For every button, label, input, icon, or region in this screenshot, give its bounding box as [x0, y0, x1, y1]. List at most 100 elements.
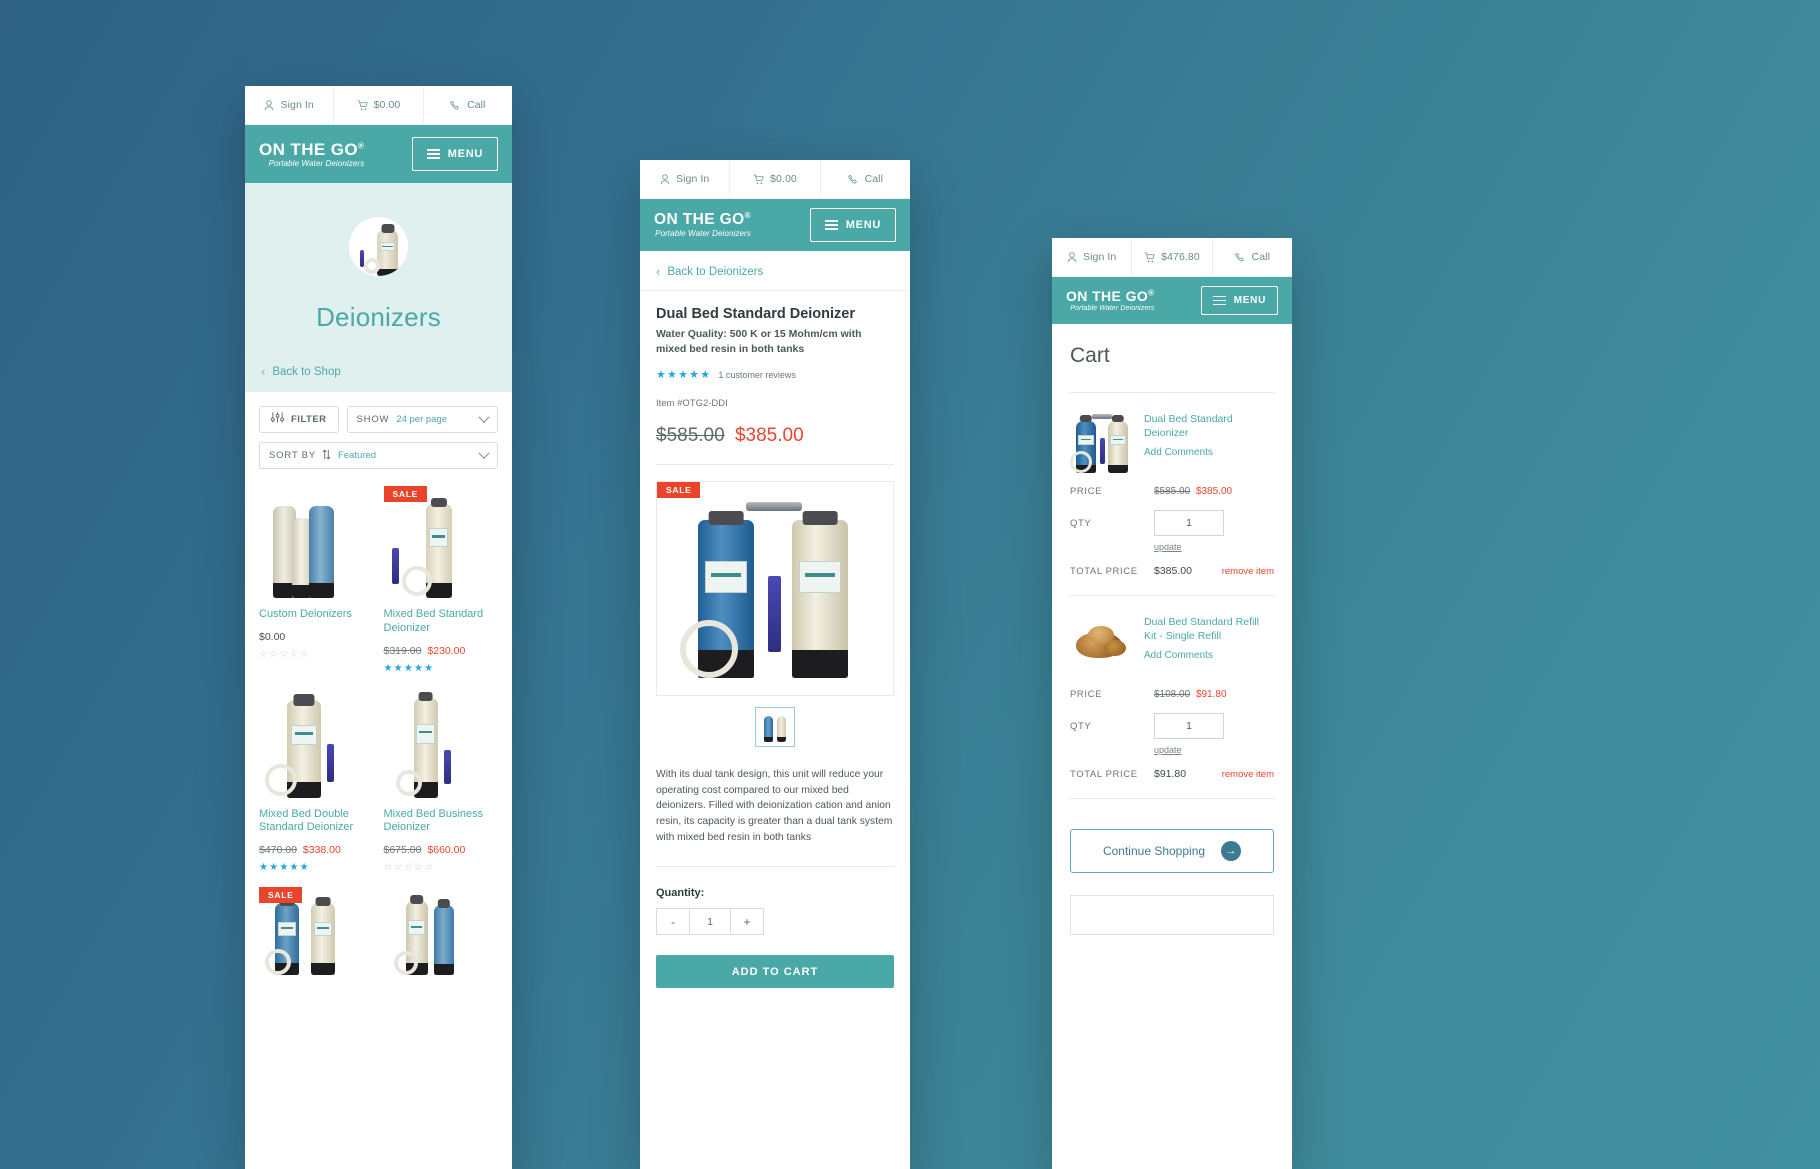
update-link[interactable]: update — [1154, 745, 1274, 755]
listing-utility-bar: Sign In $0.00 Call — [245, 86, 512, 125]
brand-tagline: Portable Water Deionizers — [268, 158, 365, 168]
cart-item-price-row: PRICE $585.00 $385.00 — [1070, 486, 1274, 497]
quantity-decrement-button[interactable]: - — [656, 908, 690, 936]
product-brand-bar: ON THE GO® Portable Water Deionizers MEN… — [640, 199, 910, 251]
cart-total-link[interactable]: $476.80 — [1131, 238, 1211, 276]
continue-shopping-label: Continue Shopping — [1102, 844, 1206, 858]
back-label: Back to Deionizers — [667, 265, 764, 278]
menu-label: MENU — [845, 219, 881, 231]
menu-button[interactable]: MENU — [809, 208, 896, 242]
brand-logo[interactable]: ON THE GO® Portable Water Deionizers — [259, 141, 364, 168]
cart-item-qty-input[interactable]: 1 — [1154, 510, 1224, 536]
sign-in-link[interactable]: Sign In — [245, 86, 333, 124]
hamburger-icon — [426, 146, 440, 161]
product-hero-image[interactable]: SALE — [656, 480, 894, 696]
cart-summary-box[interactable] — [1070, 895, 1274, 935]
price-label: PRICE — [1070, 689, 1103, 700]
cart-item-name[interactable]: Dual Bed Standard Deionizer — [1144, 413, 1274, 440]
price-old: $108.00 — [1154, 689, 1191, 700]
brand-trademark: ® — [1148, 288, 1155, 298]
total-price-label: TOTAL PRICE — [1070, 565, 1138, 577]
brand-name: ON THE GO — [654, 211, 745, 229]
call-link[interactable]: Call — [1211, 238, 1292, 276]
cart-total-link[interactable]: $0.00 — [333, 86, 422, 124]
sign-in-link[interactable]: Sign In — [640, 160, 729, 198]
show-label: SHOW — [356, 414, 390, 425]
product-description: With its dual tank design, this unit wil… — [656, 768, 893, 844]
back-to-deionizers-link[interactable]: ‹ Back to Deionizers — [640, 251, 910, 291]
cart-item-image[interactable] — [1070, 411, 1132, 473]
remove-item-link[interactable]: remove item — [1222, 769, 1274, 780]
cart-item-total: $91.80 — [1154, 768, 1187, 780]
brand-trademark: ® — [744, 211, 751, 221]
cart-item-total: $385.00 — [1154, 565, 1192, 577]
sign-in-link[interactable]: Sign In — [1052, 238, 1131, 276]
add-comments-link[interactable]: Add Comments — [1144, 650, 1274, 661]
sale-badge: SALE — [657, 481, 701, 498]
product-price-old: $319.00 — [383, 644, 422, 657]
add-to-cart-button[interactable]: ADD TO CART — [656, 955, 894, 989]
product-price: $585.00 $385.00 — [656, 425, 894, 447]
quantity-stepper[interactable]: - 1 + — [656, 908, 764, 936]
brand-tagline: Portable Water Deionizers — [1070, 305, 1155, 312]
remove-item-link[interactable]: remove item — [1222, 566, 1274, 577]
product-thumbnail[interactable] — [755, 706, 795, 747]
call-link[interactable]: Call — [819, 160, 910, 198]
item-number: Item #OTG2-DDI — [656, 397, 728, 409]
product-grid: Custom Deionizers $0.00 ☆☆☆☆☆ SALE Mixed… — [245, 478, 512, 975]
product-card[interactable]: SALE Mixed Bed Standard Deionizer $319.0… — [383, 486, 499, 674]
sort-by-label: SORT BY — [269, 450, 316, 461]
product-rating[interactable]: ★★★★★ 1 customer reviews — [656, 369, 894, 381]
update-link[interactable]: update — [1154, 542, 1274, 552]
user-icon — [1067, 251, 1077, 263]
cart-body: Cart Dual Bed Standard Deionizer Add Com… — [1052, 324, 1292, 935]
qty-label: QTY — [1070, 720, 1092, 732]
add-comments-link[interactable]: Add Comments — [1144, 447, 1274, 458]
product-card[interactable]: Custom Deionizers $0.00 ☆☆☆☆☆ — [259, 490, 374, 674]
phone-mockup-cart: Sign In $476.80 Call ON THE GO® Portable… — [1052, 238, 1292, 1169]
brand-logo[interactable]: ON THE GO® Portable Water Deionizers — [1066, 289, 1154, 312]
product-name[interactable]: Custom Deionizers — [259, 608, 374, 622]
call-link[interactable]: Call — [422, 86, 512, 124]
cart-item-qty-input[interactable]: 1 — [1154, 713, 1224, 739]
menu-button[interactable]: MENU — [1200, 285, 1278, 316]
product-rating: ☆☆☆☆☆ — [259, 648, 310, 660]
quantity-input[interactable]: 1 — [690, 908, 730, 936]
cart-item-qty-row: QTY 1 — [1070, 713, 1274, 739]
show-per-page-select[interactable]: SHOW 24 per page — [346, 406, 498, 433]
product-price: $470.00 $338.00 — [259, 844, 374, 856]
product-price-new: $660.00 — [427, 844, 466, 856]
product-card[interactable]: Mixed Bed Double Standard Deionizer $470… — [259, 690, 374, 874]
product-card[interactable]: SALE — [259, 887, 374, 975]
review-count[interactable]: 1 customer reviews — [718, 370, 796, 380]
filter-button[interactable]: FILTER — [259, 406, 339, 433]
cart-item-qty-row: QTY 1 — [1070, 510, 1274, 536]
cart-total-link[interactable]: $0.00 — [729, 160, 819, 198]
product-price: $0.00 — [259, 631, 374, 643]
back-to-shop-link[interactable]: ‹ Back to Shop — [245, 365, 512, 392]
product-price: $319.00 $230.00 — [384, 645, 499, 657]
cart-item-name[interactable]: Dual Bed Standard Refill Kit - Single Re… — [1144, 616, 1274, 643]
quantity-label: Quantity: — [656, 887, 705, 900]
menu-button[interactable]: MENU — [411, 137, 498, 171]
cart-total-label: $476.80 — [1161, 251, 1200, 263]
cart-item-image[interactable] — [1070, 614, 1132, 676]
sort-arrows-icon — [322, 449, 331, 463]
product-rating: ☆☆☆☆☆ — [383, 862, 435, 873]
product-name[interactable]: Mixed Bed Business Deionizer — [384, 808, 499, 836]
product-name[interactable]: Mixed Bed Double Standard Deionizer — [259, 808, 374, 836]
price-new: $91.80 — [1195, 689, 1227, 700]
cart-item-price-row: PRICE $108.00 $91.80 — [1070, 689, 1274, 700]
user-icon — [660, 173, 670, 185]
sliders-icon — [270, 412, 285, 427]
brand-logo[interactable]: ON THE GO® Portable Water Deionizers — [654, 212, 751, 238]
product-card[interactable]: Mixed Bed Business Deionizer $675.00 $66… — [384, 690, 499, 874]
product-name[interactable]: Mixed Bed Standard Deionizer — [384, 608, 499, 636]
quantity-increment-button[interactable]: + — [730, 908, 764, 936]
cart-item-price: $108.00 $91.80 — [1154, 689, 1227, 700]
category-hero: Deionizers ‹ Back to Shop — [245, 183, 512, 392]
product-card[interactable] — [384, 891, 499, 975]
sort-by-select[interactable]: SORT BY Featured — [259, 442, 498, 469]
sale-badge: SALE — [383, 486, 427, 502]
continue-shopping-button[interactable]: Continue Shopping → — [1070, 829, 1274, 873]
